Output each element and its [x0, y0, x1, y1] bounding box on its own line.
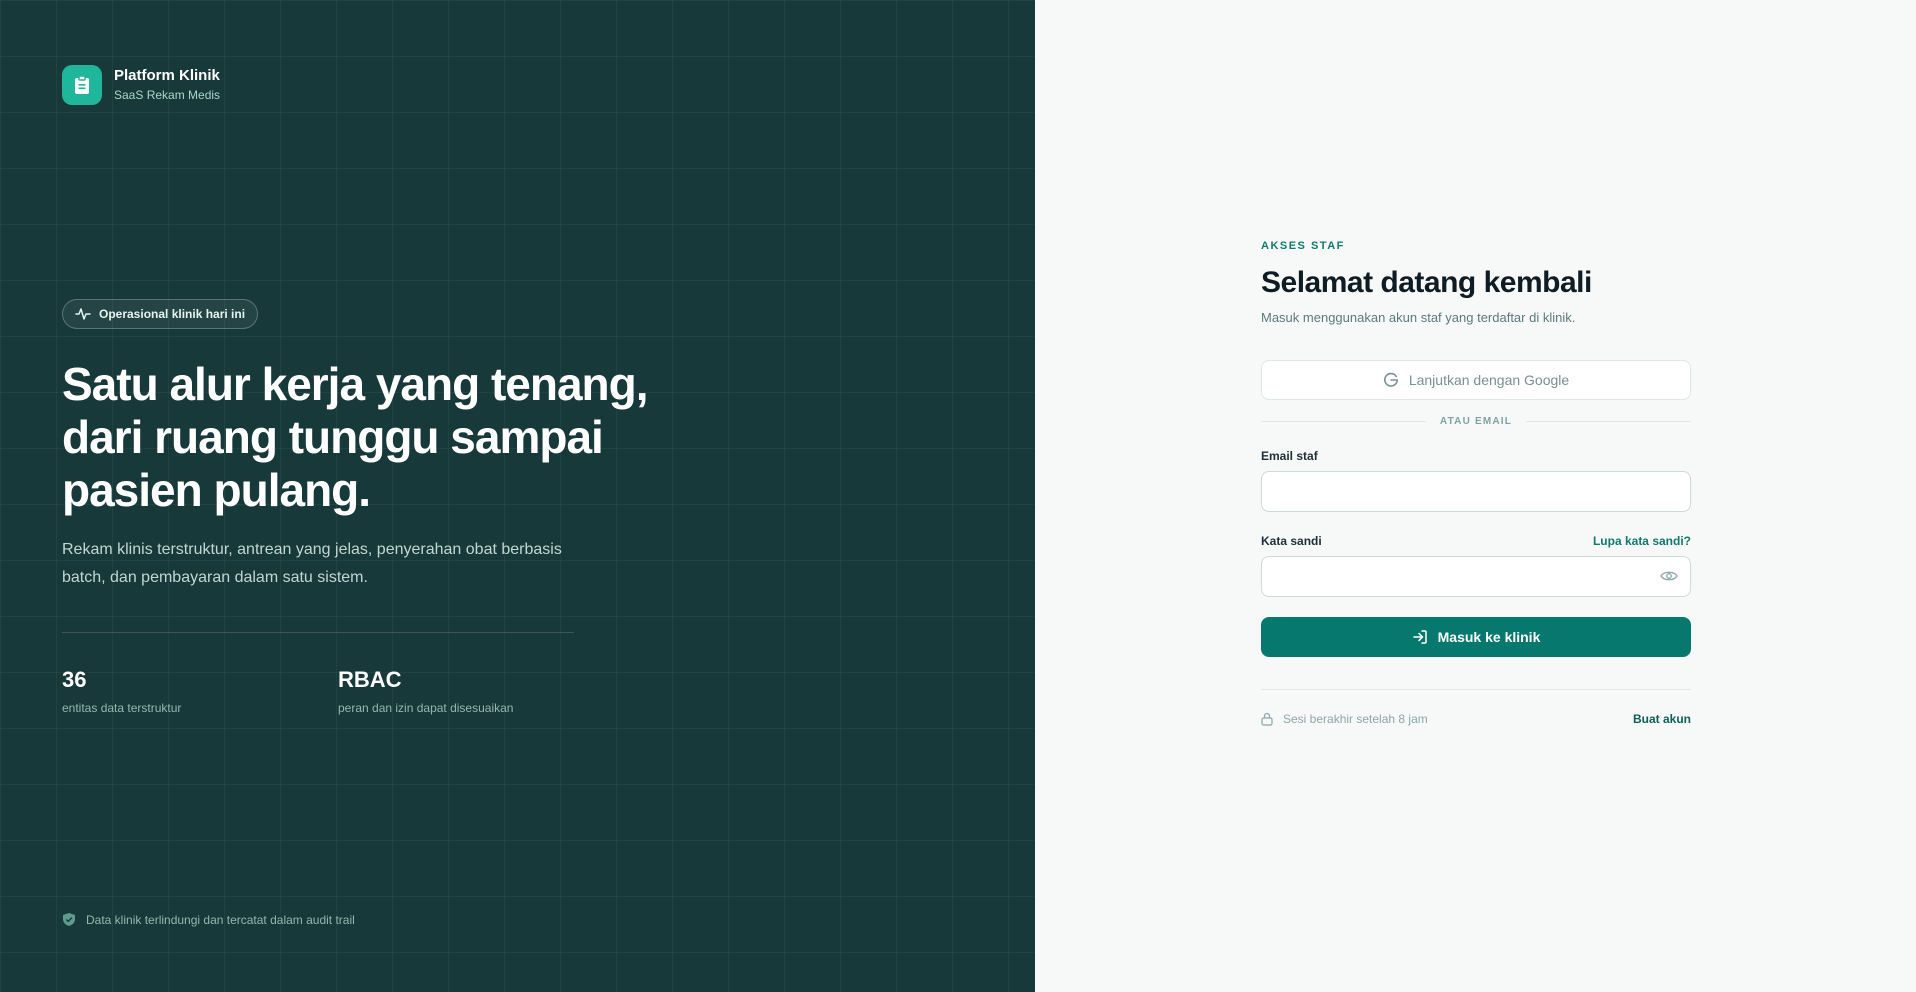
brand-name: Platform Klinik [114, 67, 220, 84]
login-submit-label: Masuk ke klinik [1437, 629, 1541, 645]
hero-panel: Platform Klinik SaaS Rekam Medis Operasi… [0, 0, 1035, 992]
log-in-icon [1412, 630, 1427, 644]
stat-value: RBAC [338, 667, 402, 692]
hero-description: Rekam klinis terstruktur, antrean yang j… [62, 541, 562, 586]
stat-label: entitas data terstruktur [62, 701, 182, 715]
status-badge-label: Operasional klinik hari ini [99, 307, 246, 321]
stat-rbac: RBAC peran dan izin dapat disesuaikan [338, 665, 513, 715]
divider [1261, 689, 1691, 690]
headline-line: dari ruang tunggu sampai [62, 411, 604, 463]
page-title: Selamat datang kembali [1261, 266, 1592, 299]
session-note-text: Sesi berakhir setelah 8 jam [1283, 712, 1428, 726]
login-submit-button[interactable]: Masuk ke klinik [1261, 617, 1691, 657]
clipboard-icon [62, 65, 102, 105]
login-form: AKSES STAF Selamat datang kembali Masuk … [1261, 240, 1691, 726]
status-badge: Operasional klinik hari ini [62, 299, 259, 329]
stat-value: 36 [62, 667, 87, 692]
brand-subtitle: SaaS Rekam Medis [114, 88, 221, 102]
brand: Platform Klinik SaaS Rekam Medis [62, 65, 220, 105]
email-label: Email staf [1261, 449, 1318, 463]
page-subtitle: Masuk menggunakan akun staf yang terdaft… [1261, 310, 1576, 325]
google-signin-button[interactable]: Lanjutkan dengan Google [1261, 360, 1691, 400]
google-signin-label: Lanjutkan dengan Google [1408, 372, 1570, 388]
hero-headline: Satu alur kerja yang tenang, dari ruang … [62, 358, 682, 517]
security-note-text: Data klinik terlindungi dan tercatat dal… [86, 912, 355, 927]
stat-label: peran dan izin dapat disesuaikan [338, 701, 514, 715]
or-divider-text: ATAU EMAIL [1439, 416, 1513, 427]
eyebrow: AKSES STAF [1261, 240, 1345, 252]
shield-check-icon [63, 913, 75, 926]
headline-line: pasien pulang. [62, 464, 371, 516]
lock-icon [1261, 712, 1273, 726]
divider [62, 632, 574, 633]
forgot-password-link[interactable]: Lupa kata sandi? [1593, 534, 1691, 548]
session-note: Sesi berakhir setelah 8 jam [1261, 712, 1428, 726]
headline-line: Satu alur kerja yang tenang, [62, 358, 649, 410]
security-note: Data klinik terlindungi dan tercatat dal… [62, 912, 355, 927]
email-field[interactable] [1261, 471, 1691, 512]
stat-entities: 36 entitas data terstruktur [62, 665, 181, 715]
create-account-link[interactable]: Buat akun [1633, 712, 1691, 726]
activity-icon [75, 308, 91, 320]
or-divider: ATAU EMAIL [1261, 416, 1691, 427]
google-icon [1383, 372, 1398, 387]
password-field[interactable] [1261, 556, 1691, 597]
password-label: Kata sandi [1261, 534, 1322, 548]
eye-icon[interactable] [1660, 569, 1678, 583]
